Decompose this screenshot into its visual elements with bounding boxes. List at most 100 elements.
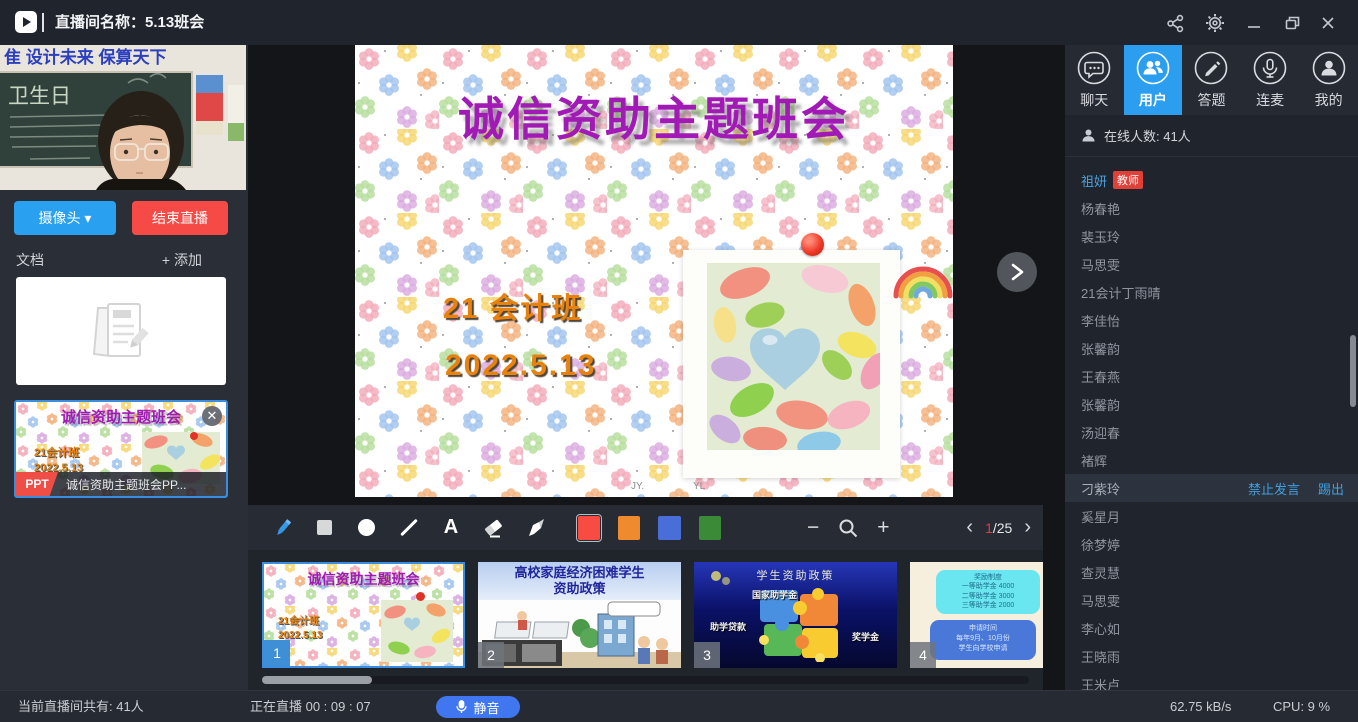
user-row[interactable]: 汤迎春 (1065, 418, 1358, 446)
blackboard-text: 卫生日 (8, 85, 71, 108)
thumbnail-number: 1 (264, 640, 290, 666)
ppt-type-badge: PPT (16, 472, 58, 496)
user-row[interactable]: 张馨韵 (1065, 334, 1358, 362)
brush-tool-icon[interactable] (522, 514, 548, 542)
user-row[interactable]: 李佳怡 (1065, 306, 1358, 334)
close-button[interactable] (1317, 12, 1339, 34)
mic-small-icon (456, 700, 467, 714)
webcam-video[interactable]: 隹 设计未来 保算天下 卫生日 (0, 45, 246, 190)
slide-thumbnail-3[interactable]: 学生资助政策 (694, 562, 897, 668)
minimize-button[interactable] (1243, 12, 1265, 34)
tab-users[interactable]: 用户 (1124, 45, 1183, 115)
slide-thumbnail-1[interactable]: 诚信资助主题班会 21会计班 2022.5.13 (262, 562, 465, 668)
rectangle-tool-icon[interactable] (312, 514, 338, 542)
ppt-label-bar: PPT 诚信资助主题班会PP... (16, 472, 226, 496)
thumb-cartoon (478, 600, 681, 668)
user-row[interactable]: 奚星月 (1065, 502, 1358, 530)
logo-divider (42, 13, 44, 32)
pencil-icon (1193, 50, 1229, 86)
reward-box: 奖励制度 一等助学金 4000 二等助学金 3000 三等助学金 2000 (936, 570, 1040, 614)
user-row[interactable]: 马思雯 (1065, 250, 1358, 278)
thumbnail-number: 4 (910, 642, 936, 668)
users-icon (1135, 50, 1171, 86)
mute-user-link[interactable]: 禁止发言 (1248, 479, 1300, 498)
next-page-icon[interactable]: › (1012, 516, 1043, 539)
user-row[interactable]: 张馨韵 (1065, 390, 1358, 418)
annotation-toolbar: A − + ‹ 1/25 › (248, 505, 1043, 550)
person-icon (1311, 50, 1347, 86)
kick-user-link[interactable]: 踢出 (1318, 479, 1344, 498)
prev-page-icon[interactable]: ‹ (954, 516, 985, 539)
slide-thumbnail-2[interactable]: 高校家庭经济困难学生资助政策 (478, 562, 681, 668)
docs-section-title: 文档 (16, 250, 44, 270)
zoom-in-icon[interactable]: + (871, 514, 895, 542)
slide-watermark-left: JY. (631, 481, 644, 492)
user-row[interactable]: 杨春艳 (1065, 194, 1358, 222)
color-swatch-red[interactable] (578, 516, 600, 540)
candy-photo (707, 263, 880, 450)
share-icon[interactable] (1164, 12, 1186, 34)
user-row[interactable]: 查灵慧 (1065, 558, 1358, 586)
titlebar: 直播间名称：5.13班会 (0, 0, 1358, 45)
statusbar: 当前直播间共有: 41人 正在直播 00 : 09 : 07 静音 62.75 … (0, 690, 1358, 722)
zoom-out-icon[interactable]: − (801, 514, 825, 542)
next-slide-button[interactable] (997, 252, 1037, 292)
user-row[interactable]: 王春燕 (1065, 362, 1358, 390)
wall-slogan: 隹 设计未来 保算天下 (3, 47, 166, 67)
user-row[interactable]: 王晓雨 (1065, 642, 1358, 670)
thumb-pin (416, 592, 425, 601)
magnifier-icon[interactable] (836, 514, 860, 542)
user-row[interactable]: 祖妍 教师 (1065, 166, 1358, 194)
filmstrip-scrollbar-track (262, 676, 1029, 684)
pen-tool-icon[interactable] (270, 514, 296, 542)
end-live-button[interactable]: 结束直播 (132, 201, 228, 235)
camera-dropdown-button[interactable]: 摄像头 ▾ (14, 201, 116, 235)
mic-icon (1252, 50, 1288, 86)
online-count: 在线人数: 41人 (1104, 126, 1191, 145)
doc-placeholder-card (16, 277, 226, 385)
restore-button[interactable] (1281, 12, 1303, 34)
filmstrip-scrollbar-thumb[interactable] (262, 676, 372, 684)
thumbnail-number: 3 (694, 642, 720, 668)
user-row[interactable]: 王米卢 (1065, 670, 1358, 690)
user-row-hovered[interactable]: 刁紫玲 禁止发言 踢出 (1065, 474, 1358, 502)
tab-mic-connect[interactable]: 连麦 (1241, 45, 1300, 115)
user-row[interactable]: 21会计丁雨晴 (1065, 278, 1358, 306)
slide-thumbnail-4[interactable]: 奖励制度 一等助学金 4000 二等助学金 3000 三等助学金 2000 申请… (910, 562, 1043, 668)
user-row[interactable]: 裴玉玲 (1065, 222, 1358, 250)
settings-gear-icon[interactable] (1204, 12, 1226, 34)
user-list: 祖妍 教师 杨春艳 裴玉玲 马思雯 21会计丁雨晴 李佳怡 张馨韵 王春燕 张馨… (1065, 158, 1358, 690)
online-person-icon (1081, 128, 1096, 143)
circle-tool-icon[interactable] (354, 514, 380, 542)
tab-quiz[interactable]: 答题 (1182, 45, 1241, 115)
color-swatch-orange[interactable] (618, 516, 640, 540)
user-row[interactable]: 李心如 (1065, 614, 1358, 642)
tab-mine[interactable]: 我的 (1299, 45, 1358, 115)
slide-canvas[interactable]: 诚信资助主题班会 21 会计班 2022.5.13 (355, 45, 953, 497)
bandwidth-text: 62.75 kB/s (1170, 691, 1231, 722)
user-actions: 禁止发言 踢出 (1248, 479, 1344, 498)
slide-pager: ‹ 1/25 › (954, 516, 1043, 539)
add-doc-button[interactable]: + 添加 (162, 250, 202, 270)
ppt-doc-card[interactable]: 诚信资助主题班会 21会计班 2022.5.13 PPT (14, 400, 228, 498)
user-row[interactable]: 褚辉 (1065, 446, 1358, 474)
color-swatch-green[interactable] (699, 516, 721, 540)
apply-box: 申请时间 每年9月、10月份 学生向学校申请 (930, 620, 1036, 660)
sparkle-decor (708, 568, 734, 588)
document-placeholder-icon (84, 300, 158, 362)
userlist-scrollbar-thumb[interactable] (1350, 335, 1356, 407)
line-tool-icon[interactable] (396, 514, 422, 542)
user-row[interactable]: 马思雯 (1065, 586, 1358, 614)
ppt-close-icon[interactable]: ✕ (202, 406, 222, 426)
text-tool-icon[interactable]: A (438, 514, 464, 542)
eraser-tool-icon[interactable] (480, 514, 506, 542)
tab-chat[interactable]: 聊天 (1065, 45, 1124, 115)
user-row[interactable]: 徐梦婷 (1065, 530, 1358, 558)
panel-tabs: 聊天 用户 答题 连麦 我的 (1065, 45, 1358, 115)
rainbow-icon (893, 248, 953, 300)
slide-class-line: 21 会计班 (443, 285, 582, 327)
room-title: 直播间名称：5.13班会 (55, 0, 204, 45)
page-indicator: 1/25 (985, 520, 1012, 536)
mute-button[interactable]: 静音 (436, 696, 520, 718)
color-swatch-blue[interactable] (658, 516, 680, 540)
